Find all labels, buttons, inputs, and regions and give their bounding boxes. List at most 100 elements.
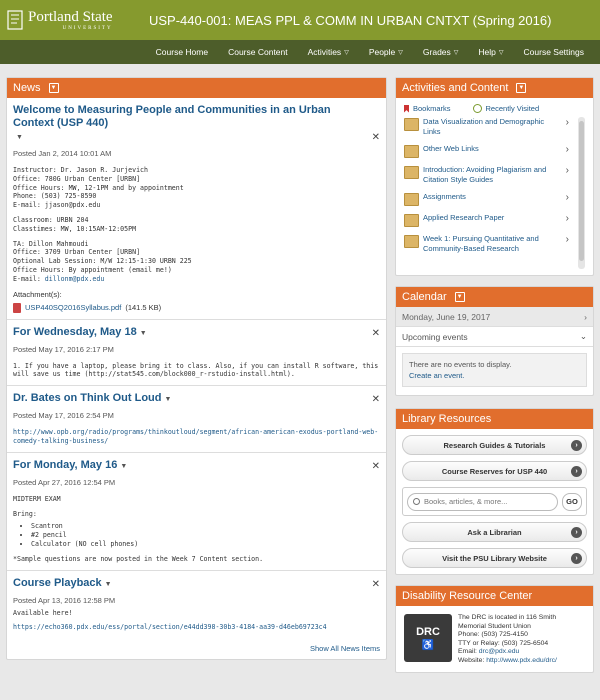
arrow-right-icon: › [571,553,582,564]
psu-logo[interactable]: Portland State UNIVERSITY [0,0,135,40]
research-guides-button[interactable]: Research Guides & Tutorials › [402,435,587,455]
drc-logo: DRC ♿ [404,614,452,662]
chevron-down-icon[interactable]: ▼ [120,463,127,470]
library-widget: Library Resources Research Guides & Tuto… [395,408,594,575]
news-item-welcome: Welcome to Measuring People and Communit… [7,98,386,320]
recent-icon [472,104,482,113]
news-item-monday: For Monday, May 16 ▼ ✕ Posted Apr 27, 201… [7,453,386,571]
psu-logo-icon [7,10,23,30]
nav-people[interactable]: People ▽ [359,47,413,57]
chevron-down-icon[interactable]: ▼ [165,396,172,403]
news-item-wednesday: For Wednesday, May 18 ▼ ✕ Posted May 17, … [7,320,386,387]
no-events-box: There are no events to display. Create a… [402,353,587,387]
content-item[interactable]: Other Web Links › [404,144,569,158]
news-header: News ▼ [7,78,386,98]
arrow-right-icon: › [571,527,582,538]
news-item-body: Instructor: Dr. Jason R. Jurjevich Offic… [13,166,192,283]
chevron-down-icon[interactable]: ▼ [105,581,112,588]
close-icon[interactable]: ✕ [372,461,380,472]
syllabus-link[interactable]: USP440SQ2016Syllabus.pdf [25,303,121,312]
create-event-link[interactable]: Create an event. [409,370,580,381]
library-search-go-button[interactable]: GO [562,492,582,511]
chevron-right-icon: › [565,165,569,176]
show-all-news-link[interactable]: Show All News Items [7,638,386,659]
close-icon[interactable]: ✕ [372,132,380,143]
course-navbar: Course Home Course Content Activities ▽ P… [0,40,600,64]
news-item-title[interactable]: Welcome to Measuring People and Communit… [13,104,380,130]
nav-course-content[interactable]: Course Content [218,47,298,57]
news-widget: News ▼ Welcome to Measuring People and C… [6,77,387,661]
news-item-title[interactable]: Dr. Bates on Think Out Loud ▼ [13,392,380,406]
content-item[interactable]: Assignments › [404,192,569,206]
content-item[interactable]: Data Visualization and Demographic Links… [404,117,569,137]
news-item-title[interactable]: Course Playback ▼ [13,577,380,591]
bookmark-icon [404,104,409,113]
bookmarks-link[interactable]: Bookmarks [404,104,451,113]
nav-help[interactable]: Help ▽ [468,47,513,57]
nav-grades[interactable]: Grades ▽ [413,47,469,57]
drc-widget: Disability Resource Center DRC ♿ The DRC… [395,585,594,673]
nav-course-settings[interactable]: Course Settings [514,47,594,57]
chevron-right-icon: › [565,117,569,128]
logo-name: Portland State [28,8,113,25]
arrow-right-icon: › [571,466,582,477]
opb-link[interactable]: http://www.opb.org/radio/programs/thinko… [13,428,380,446]
arrow-right-icon: › [571,440,582,451]
folder-icon [404,166,419,179]
chevron-down-icon[interactable]: ▼ [140,330,147,337]
folder-icon [404,214,419,227]
psu-library-website-button[interactable]: Visit the PSU Library Website › [402,548,587,568]
drc-contact-info: The DRC is located in 116 Smith Memorial… [458,614,557,664]
course-title[interactable]: USP-440-001: MEAS PPL & COMM IN URBAN CN… [149,13,551,28]
close-icon[interactable]: ✕ [372,579,380,590]
upcoming-events-toggle[interactable]: Upcoming events ⌄ [396,327,593,347]
activities-widget: Activities and Content ▼ Bookmarks Recen… [395,77,594,276]
chevron-down-icon: ⌄ [579,331,587,341]
site-header: Portland State UNIVERSITY USP-440-001: M… [0,0,600,40]
activities-header: Activities and Content ▼ [396,78,593,98]
chevron-right-icon: › [565,192,569,203]
logo-subtitle: UNIVERSITY [62,25,113,31]
close-icon[interactable]: ✕ [372,394,380,405]
attachments: Attachment(s): USP440SQ2016Syllabus.pdf … [13,289,162,313]
chevron-down-icon: ▽ [398,49,403,56]
chevron-right-icon: › [565,213,569,224]
ask-librarian-button[interactable]: Ask a Librarian › [402,522,587,542]
content-item[interactable]: Introduction: Avoiding Plagiarism and Ci… [404,165,569,185]
content-list: Data Visualization and Demographic Links… [404,117,593,271]
close-icon[interactable]: ✕ [372,328,380,339]
library-header: Library Resources [396,409,593,429]
content-scrollbar[interactable] [578,117,585,269]
course-reserves-button[interactable]: Course Reserves for USP 440 › [402,461,587,481]
news-item-date: Posted Jan 2, 2014 10:01 AM [13,149,112,158]
news-item-title[interactable]: For Wednesday, May 18 ▼ [13,326,380,340]
chevron-right-icon: › [565,144,569,155]
news-item-title[interactable]: For Monday, May 16 ▼ [13,459,380,473]
ta-email-link[interactable]: dillonm@pdx.edu [45,275,105,283]
content-item[interactable]: Applied Research Paper › [404,213,569,227]
content-item[interactable]: Week 1: Pursuing Quantitative and Commun… [404,234,569,254]
nav-course-home[interactable]: Course Home [146,47,218,57]
chevron-down-icon: ▽ [453,49,459,56]
calendar-date[interactable]: Monday, June 19, 2017 › [396,307,593,327]
drc-email-link[interactable]: drc@pdx.edu [479,648,520,655]
activities-menu-icon[interactable]: ▼ [516,83,527,93]
nav-activities[interactable]: Activities ▽ [298,47,359,57]
calendar-menu-icon[interactable]: ▼ [454,292,465,302]
echo360-link[interactable]: https://echo360.pdx.edu/ess/portal/secti… [13,623,380,632]
chevron-right-icon: › [584,311,587,322]
folder-icon [404,235,419,248]
folder-icon [404,118,419,131]
chevron-right-icon: › [565,234,569,245]
drc-website-link[interactable]: http://www.pdx.edu/drc/ [486,657,557,664]
chevron-down-icon[interactable]: ▼ [16,134,23,141]
library-search-input[interactable]: Books, articles, & more... [407,492,558,511]
news-item-playback: Course Playback ▼ ✕ Posted Apr 13, 2016 1… [13,576,380,632]
recently-visited-link[interactable]: Recently Visited [472,104,539,113]
news-item-think-out-loud: Dr. Bates on Think Out Loud ▼ ✕ Posted Ma… [7,386,386,453]
folder-icon [404,193,419,206]
drc-header: Disability Resource Center [396,586,593,606]
news-title: News [13,82,41,94]
news-menu-icon[interactable]: ▼ [48,83,59,93]
folder-icon [404,145,419,158]
